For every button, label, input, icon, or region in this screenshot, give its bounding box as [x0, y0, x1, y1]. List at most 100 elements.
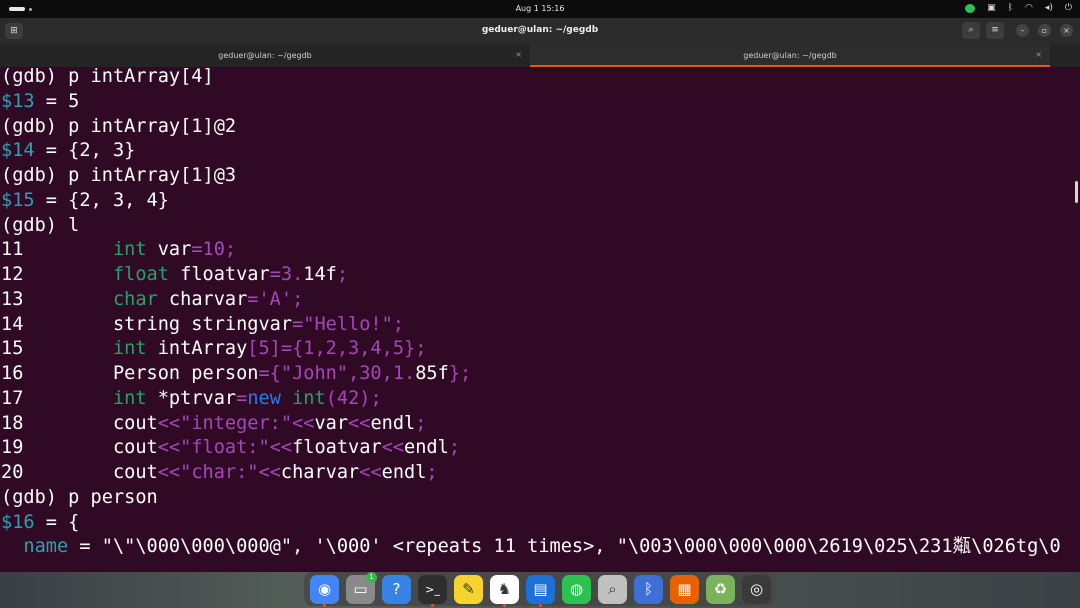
- menu-button[interactable]: ≡: [986, 22, 1004, 39]
- terminal-line: $13 = 5: [1, 90, 79, 114]
- inkscape-icon[interactable]: ♞: [490, 574, 519, 607]
- bluetooth-icon[interactable]: ᛒ: [1008, 3, 1013, 13]
- terminal-line: 15 int intArray[5]={1,2,3,4,5};: [1, 337, 426, 361]
- tab-label: geduer@ulan: ~/gegdb: [743, 51, 837, 60]
- clock[interactable]: Aug 1 15:16: [0, 4, 1080, 13]
- terminal-header-bar: ⊞ geduer@ulan: ~/gegdb ⌕ ≡ – ▫ ×: [0, 18, 1080, 44]
- terminal-line: (gdb) p intArray[1]@2: [1, 115, 236, 139]
- search-button[interactable]: ⌕: [962, 22, 980, 39]
- terminal-text-segment: ;: [336, 264, 349, 285]
- terminal-text-segment: endl: [381, 462, 427, 483]
- running-indicator: [539, 603, 542, 607]
- terminal-text-segment: var: [314, 412, 349, 434]
- terminal-text-segment: = {: [34, 511, 80, 533]
- terminal-text-segment: <<: [348, 412, 371, 434]
- wechat-icon[interactable]: ◍: [562, 574, 591, 604]
- terminal-text-segment: var: [146, 239, 192, 261]
- tab-1[interactable]: geduer@ulan: ~/gegdb ×: [0, 44, 530, 67]
- minimize-button[interactable]: –: [1016, 24, 1029, 37]
- terminal-text-segment: $15: [1, 189, 35, 211]
- terminal-text-segment: 20: [1, 462, 24, 483]
- terminal-line: (gdb) p intArray[1]@3: [1, 164, 236, 188]
- terminal-text-segment: ={"John",30,1.: [258, 363, 416, 384]
- terminal-text-segment: 11: [1, 239, 24, 261]
- tab-close-icon[interactable]: ×: [515, 50, 522, 59]
- terminal-line: $15 = {2, 3, 4}: [1, 189, 169, 213]
- search-icon: ⌕: [968, 25, 974, 35]
- terminal-text-segment: 18: [1, 412, 24, 434]
- terminal-text-segment: 16: [1, 363, 24, 384]
- text-editor-icon[interactable]: ✎: [454, 574, 483, 604]
- network-icon[interactable]: ◠: [1025, 3, 1033, 13]
- terminal-text-segment: 14: [1, 313, 24, 335]
- maximize-icon: ▫: [1041, 26, 1048, 35]
- terminal-text-segment: 85f: [415, 363, 449, 384]
- terminal-text-segment: char: [112, 288, 158, 310]
- terminal-text-segment: <<: [381, 437, 405, 459]
- terminal-text-segment: $14: [1, 140, 35, 162]
- terminal-scrollbar[interactable]: [1075, 181, 1078, 203]
- maximize-button[interactable]: ▫: [1038, 24, 1051, 37]
- terminal-text-segment: ;: [426, 462, 438, 483]
- terminal-text-segment: endl: [404, 437, 449, 459]
- power-icon[interactable]: ⏻: [1065, 3, 1072, 13]
- tab-2[interactable]: geduer@ulan: ~/gegdb ×: [530, 44, 1050, 67]
- close-button[interactable]: ×: [1060, 24, 1073, 37]
- terminal-line: 19 cout<<"float:"<<floatvar<<endl;: [1, 436, 460, 460]
- terminal-output[interactable]: (gdb) p intArray[4] $13 = 5 (gdb) p intArr…: [0, 67, 1072, 572]
- terminal-line: 13 char charvar='A';: [1, 288, 303, 312]
- terminal-line: 16 Person person={"John",30,1.85f};: [1, 362, 471, 386]
- screenshot-icon[interactable]: ▣: [987, 3, 996, 13]
- terminal-line: (gdb) p intArray[4]: [1, 67, 214, 89]
- presentation-icon[interactable]: ▦: [670, 574, 699, 604]
- wechat-tray-icon[interactable]: [965, 3, 976, 13]
- terminal-text-segment: new: [247, 387, 281, 409]
- terminal-text-segment: =: [236, 387, 248, 409]
- tab-label: geduer@ulan: ~/gegdb: [218, 51, 312, 60]
- terminal-text-segment: ;: [415, 412, 427, 434]
- terminal-text-segment: <<"char:"<<: [157, 462, 281, 483]
- image-viewer-icon[interactable]: ⌕: [598, 574, 627, 604]
- files-icon[interactable]: ▭ 1: [346, 571, 377, 604]
- terminal-text-segment: (42);: [325, 387, 382, 409]
- terminal-text-segment: ="Hello!";: [292, 313, 405, 335]
- ubuntu-apps-icon[interactable]: ◎: [742, 574, 771, 604]
- terminal-text-segment: = 5: [34, 90, 80, 112]
- terminal-text-segment: 13: [1, 288, 24, 310]
- terminal-text-segment: name: [23, 536, 69, 558]
- terminal-text-segment: floatvar: [292, 437, 382, 459]
- bluetooth-icon[interactable]: ᛒ: [634, 574, 663, 604]
- terminal-line: (gdb) l: [1, 214, 79, 238]
- terminal-line: 18 cout<<"integer:"<<var<<endl;: [1, 412, 426, 436]
- terminal-line: 17 int *ptrvar=new int(42);: [1, 387, 382, 411]
- terminal-line: $14 = {2, 3}: [1, 139, 135, 163]
- help-icon[interactable]: ?: [382, 574, 411, 604]
- terminal-text-segment: int: [112, 387, 147, 409]
- system-tray[interactable]: ▣ ᛒ ◠ ◂) ⏻: [965, 3, 1072, 13]
- terminal-text-segment: int: [112, 338, 147, 360]
- tab-close-icon[interactable]: ×: [1035, 50, 1042, 59]
- terminal-text-segment: ='A';: [247, 288, 304, 310]
- terminal-text-segment: =10;: [191, 239, 237, 261]
- terminal-icon[interactable]: >_: [418, 574, 447, 607]
- chrome-icon[interactable]: ◉: [310, 574, 339, 607]
- terminal-text-segment: = "\"\000\000\000@", '\000' <repeats 11 …: [68, 536, 1061, 558]
- trash-icon[interactable]: ♻: [706, 574, 735, 604]
- document-icon[interactable]: ▤: [526, 574, 555, 607]
- terminal-text-segment: 15: [1, 338, 24, 360]
- close-icon: ×: [1063, 26, 1070, 35]
- volume-icon[interactable]: ◂): [1045, 3, 1053, 13]
- terminal-text-segment: = {2, 3}: [34, 140, 136, 162]
- menu-icon: ≡: [991, 25, 999, 35]
- notification-badge: 1: [366, 571, 377, 583]
- terminal-text-segment: cout: [23, 462, 158, 483]
- system-top-bar: Aug 1 15:16 ▣ ᛒ ◠ ◂) ⏻: [0, 0, 1080, 18]
- terminal-text-segment: charvar: [280, 462, 360, 483]
- terminal-text-segment: endl: [370, 412, 416, 434]
- terminal-text-segment: string stringvar: [23, 313, 293, 335]
- terminal-text-segment: cout: [23, 412, 158, 434]
- terminal-text-segment: };: [448, 363, 472, 384]
